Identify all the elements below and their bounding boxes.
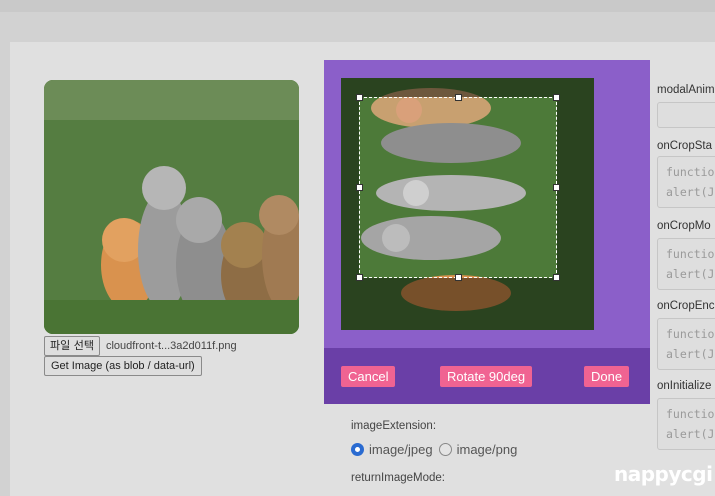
crop-dim-right (557, 97, 594, 278)
cancel-button[interactable]: Cancel (341, 366, 396, 387)
image-extension-label: imageExtension: (351, 420, 437, 432)
crop-handle-w[interactable] (356, 184, 363, 191)
top-bar (0, 0, 715, 12)
radio-png[interactable] (438, 443, 452, 456)
radio-jpeg-label: image/jpeg (369, 442, 433, 457)
crop-handle-ne[interactable] (553, 94, 560, 101)
file-input-row: 파일 선택 cloudfront-t...3a2d011f.png (44, 336, 237, 356)
sidebar-code: function alert(JS( (666, 247, 715, 281)
radio-png-label: image/png (456, 442, 518, 457)
sidebar-code: function alert(JS( (666, 407, 715, 441)
sidebar-item-label: onCropMo (657, 220, 711, 232)
preview-image (44, 80, 299, 334)
sidebar-item-label: onInitialize (657, 380, 712, 392)
crop-handle-n[interactable] (455, 94, 462, 101)
watermark-logo: nappycgi (614, 462, 713, 486)
crop-handle-nw[interactable] (356, 94, 363, 101)
rotate-button[interactable]: Rotate 90deg (440, 366, 533, 387)
image-extension-radios: image/jpeg image/png (351, 442, 517, 457)
crop-handle-e[interactable] (553, 184, 560, 191)
crop-dim-bottom (341, 278, 594, 330)
sidebar-item-label: modalAnim (657, 84, 715, 96)
crop-handle-sw[interactable] (356, 274, 363, 281)
done-button[interactable]: Done (584, 366, 630, 387)
crop-handle-se[interactable] (553, 274, 560, 281)
crop-handle-s[interactable] (455, 274, 462, 281)
file-name-label: cloudfront-t...3a2d011f.png (105, 340, 237, 352)
return-mode-label: returnImageMode: (351, 472, 445, 484)
sidebar-code: function alert(JS( (666, 327, 715, 361)
sidebar-item-label: onCropEnc (657, 300, 715, 312)
sidebar-item-label: onCropSta (657, 140, 712, 152)
crop-selection[interactable] (359, 97, 557, 278)
file-choose-button[interactable]: 파일 선택 (44, 336, 100, 356)
sidebar-code: function alert(JS( (666, 165, 715, 199)
sidebar-input[interactable] (657, 102, 715, 128)
radio-jpeg[interactable] (351, 443, 364, 456)
get-image-button[interactable]: Get Image (as blob / data-url) (44, 356, 202, 376)
